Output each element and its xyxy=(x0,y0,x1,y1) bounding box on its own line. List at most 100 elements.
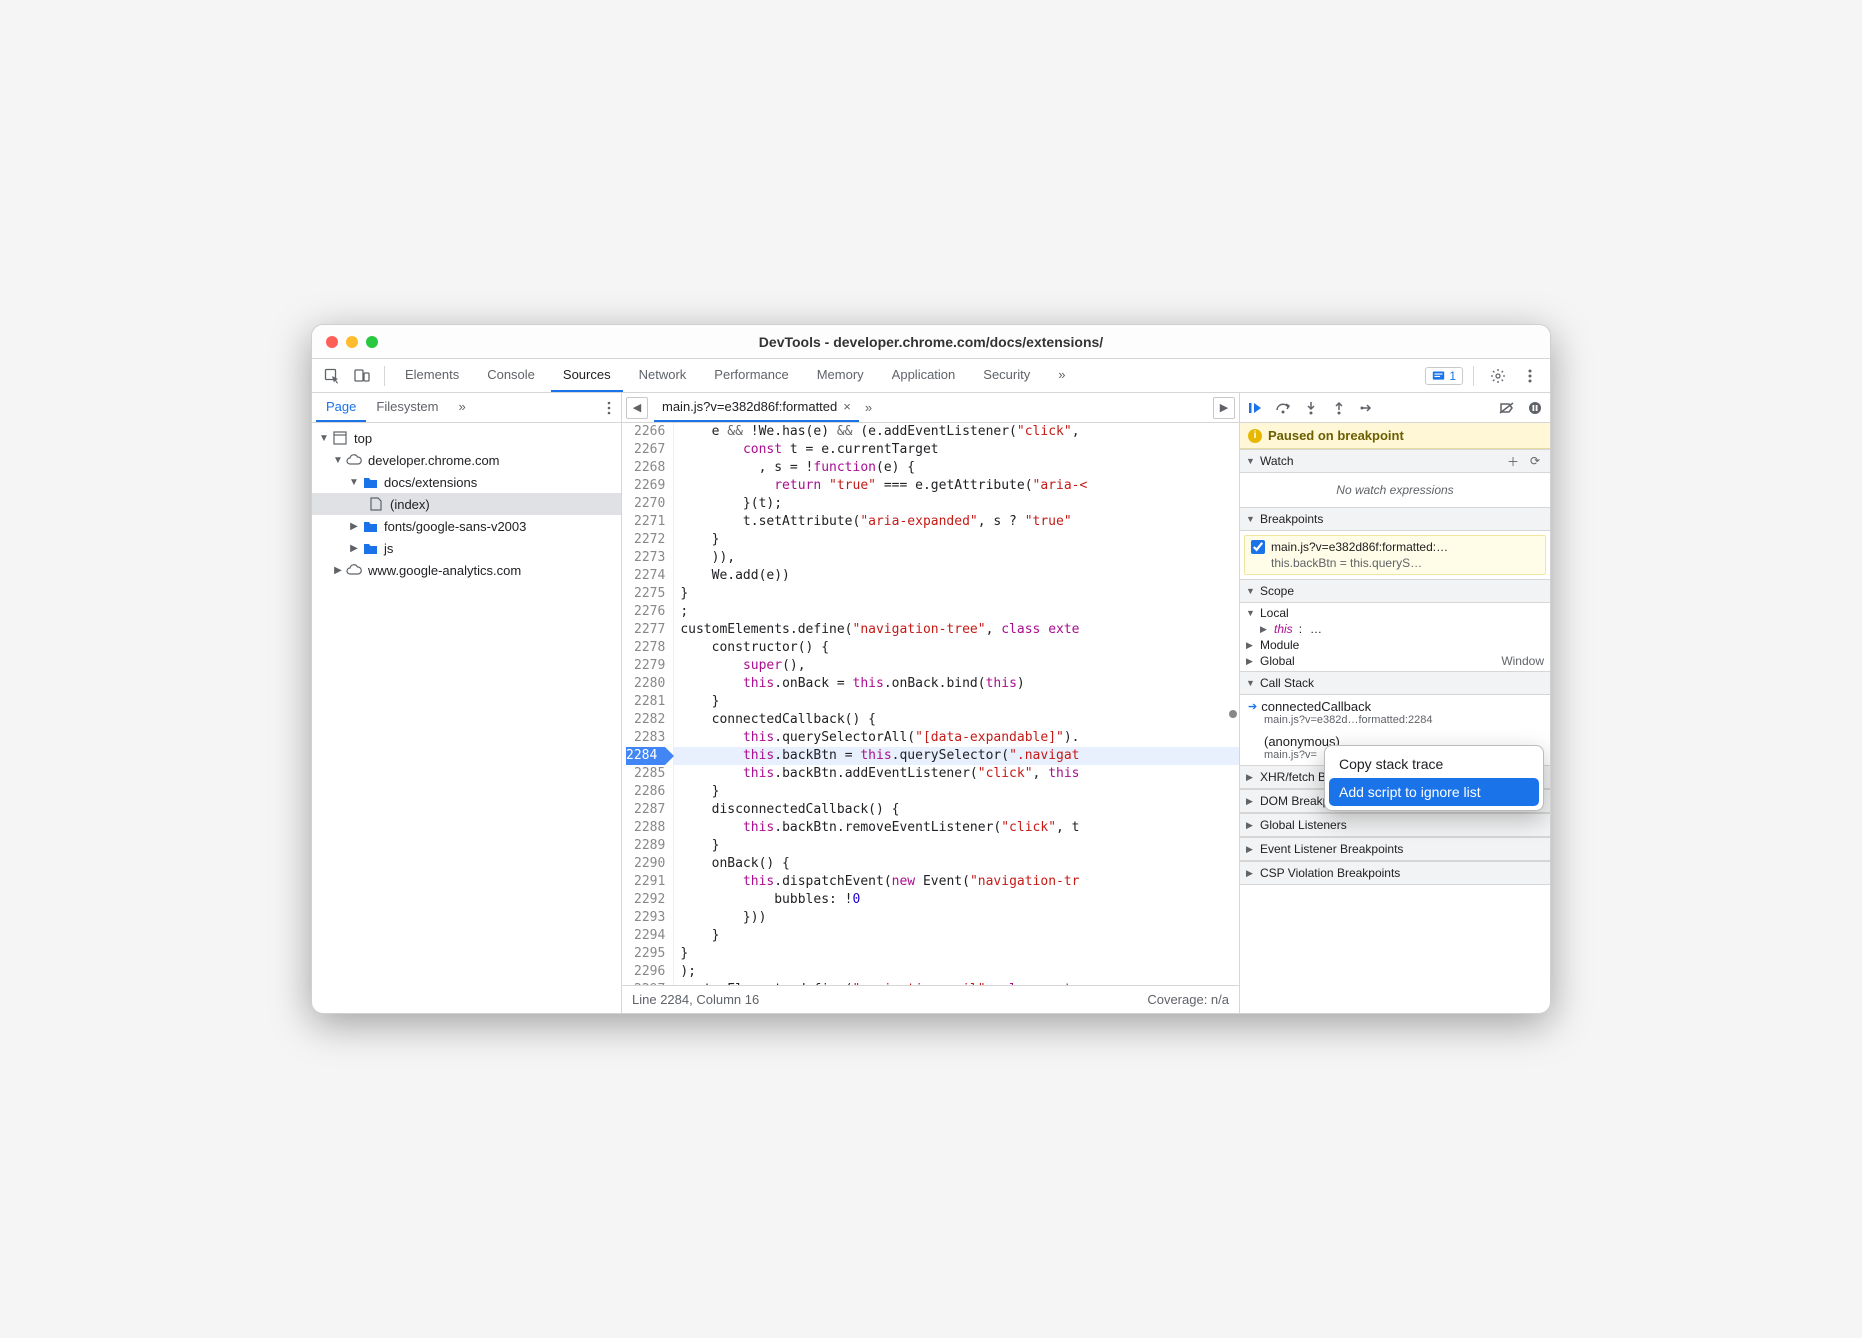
tab-memory[interactable]: Memory xyxy=(805,359,876,392)
step-over-icon[interactable] xyxy=(1274,399,1292,417)
tree-file-index[interactable]: (index) xyxy=(312,493,621,515)
traffic-lights xyxy=(326,336,378,348)
context-copy-stack[interactable]: Copy stack trace xyxy=(1329,750,1539,778)
tree-folder[interactable]: ▶ fonts/google-sans-v2003 xyxy=(312,515,621,537)
inspect-element-icon[interactable] xyxy=(318,362,346,390)
file-tab-main[interactable]: main.js?v=e382d86f:formatted × xyxy=(654,393,859,422)
editor-pane: ◀ main.js?v=e382d86f:formatted × » ▶ 226… xyxy=(622,393,1240,1013)
deactivate-breakpoints-icon[interactable] xyxy=(1498,399,1516,417)
tab-application[interactable]: Application xyxy=(880,359,968,392)
close-tab-icon[interactable]: × xyxy=(843,399,851,414)
navigator-tab-page[interactable]: Page xyxy=(316,393,366,422)
navigator-pane: Page Filesystem » ▼ top ▼ developer.chro… xyxy=(312,393,622,1013)
breakpoint-item[interactable]: main.js?v=e382d86f:formatted:… this.back… xyxy=(1244,535,1546,575)
main-tabs: Elements Console Sources Network Perform… xyxy=(393,359,1423,392)
titlebar: DevTools - developer.chrome.com/docs/ext… xyxy=(312,325,1550,359)
coverage-status: Coverage: n/a xyxy=(1147,992,1229,1007)
scope-this[interactable]: ▶this:… xyxy=(1240,621,1550,637)
tab-console[interactable]: Console xyxy=(475,359,547,392)
section-scope-header[interactable]: ▼ Scope xyxy=(1240,579,1550,603)
section-event-bp-header[interactable]: ▶ Event Listener Breakpoints xyxy=(1240,837,1550,861)
line-gutter[interactable]: 2266226722682269227022712272227322742275… xyxy=(622,423,674,985)
tree-label: developer.chrome.com xyxy=(368,453,500,468)
tree-folder[interactable]: ▼ docs/extensions xyxy=(312,471,621,493)
section-csp-bp-header[interactable]: ▶ CSP Violation Breakpoints xyxy=(1240,861,1550,885)
cloud-icon xyxy=(346,452,362,468)
navigator-more-icon[interactable] xyxy=(601,393,617,422)
breakpoint-file: main.js?v=e382d86f:formatted:… xyxy=(1271,540,1448,554)
code-editor[interactable]: 2266226722682269227022712272227322742275… xyxy=(622,423,1239,985)
section-title: Event Listener Breakpoints xyxy=(1260,842,1403,856)
scope-module[interactable]: ▶Module xyxy=(1240,637,1550,653)
pause-exceptions-icon[interactable] xyxy=(1526,399,1544,417)
tree-label: fonts/google-sans-v2003 xyxy=(384,519,526,534)
chevron-right-icon: ▶ xyxy=(1246,844,1256,855)
tree-label: top xyxy=(354,431,372,446)
step-icon[interactable] xyxy=(1358,399,1376,417)
breakpoint-checkbox[interactable] xyxy=(1251,540,1265,554)
section-breakpoints-header[interactable]: ▼ Breakpoints xyxy=(1240,507,1550,531)
nav-back-icon[interactable]: ◀ xyxy=(626,397,648,419)
navigator-tabs: Page Filesystem » xyxy=(312,393,621,423)
chevron-down-icon: ▼ xyxy=(1246,678,1256,688)
paused-text: Paused on breakpoint xyxy=(1268,428,1404,443)
file-tabs-overflow[interactable]: » xyxy=(865,400,872,415)
tree-origin[interactable]: ▶ www.google-analytics.com xyxy=(312,559,621,581)
tab-sources[interactable]: Sources xyxy=(551,359,623,392)
maximize-window-button[interactable] xyxy=(366,336,378,348)
step-into-icon[interactable] xyxy=(1302,399,1320,417)
issue-icon xyxy=(1432,369,1445,382)
tree-top[interactable]: ▼ top xyxy=(312,427,621,449)
paused-banner: i Paused on breakpoint xyxy=(1240,423,1550,449)
refresh-watch-icon[interactable]: ⟳ xyxy=(1526,454,1544,468)
close-window-button[interactable] xyxy=(326,336,338,348)
chevron-down-icon: ▼ xyxy=(332,455,344,466)
minimize-window-button[interactable] xyxy=(346,336,358,348)
context-ignore-script[interactable]: Add script to ignore list xyxy=(1329,778,1539,806)
tab-network[interactable]: Network xyxy=(627,359,699,392)
section-title: Watch xyxy=(1260,454,1294,468)
navigator-tabs-overflow[interactable]: » xyxy=(449,393,476,422)
code-content[interactable]: e && !We.has(e) && (e.addEventListener("… xyxy=(674,423,1239,985)
section-global-listeners-header[interactable]: ▶ Global Listeners xyxy=(1240,813,1550,837)
tab-elements[interactable]: Elements xyxy=(393,359,471,392)
issue-count: 1 xyxy=(1449,369,1456,383)
issues-badge[interactable]: 1 xyxy=(1425,367,1463,385)
tab-security[interactable]: Security xyxy=(971,359,1042,392)
add-watch-icon[interactable]: ＋ xyxy=(1504,453,1522,470)
scope-local[interactable]: ▼Local xyxy=(1240,605,1550,621)
folder-icon xyxy=(362,518,378,534)
callstack-frame[interactable]: ➔connectedCallback main.js?v=e382d…forma… xyxy=(1240,695,1550,730)
folder-icon xyxy=(362,540,378,556)
tree-label: (index) xyxy=(390,497,430,512)
debugger-pane: i Paused on breakpoint ▼ Watch ＋ ⟳ No wa… xyxy=(1240,393,1550,1013)
tree-label: www.google-analytics.com xyxy=(368,563,521,578)
resume-icon[interactable] xyxy=(1246,399,1264,417)
breakpoint-code: this.backBtn = this.queryS… xyxy=(1251,556,1539,570)
tabs-overflow[interactable]: » xyxy=(1046,359,1077,392)
chevron-right-icon: ▶ xyxy=(1246,796,1256,807)
section-title: Global Listeners xyxy=(1260,818,1347,832)
tree-folder[interactable]: ▶ js xyxy=(312,537,621,559)
scrollbar-marker xyxy=(1229,710,1237,718)
devtools-window: DevTools - developer.chrome.com/docs/ext… xyxy=(311,324,1551,1014)
watch-body: No watch expressions xyxy=(1240,473,1550,507)
navigator-tab-filesystem[interactable]: Filesystem xyxy=(366,393,448,422)
step-out-icon[interactable] xyxy=(1330,399,1348,417)
scope-global[interactable]: ▶GlobalWindow xyxy=(1240,653,1550,669)
settings-gear-icon[interactable] xyxy=(1484,362,1512,390)
file-icon xyxy=(368,496,384,512)
section-title: Breakpoints xyxy=(1260,512,1323,526)
chevron-right-icon: ▶ xyxy=(1246,820,1256,831)
tab-performance[interactable]: Performance xyxy=(702,359,800,392)
more-menu-icon[interactable] xyxy=(1516,362,1544,390)
section-callstack-header[interactable]: ▼ Call Stack xyxy=(1240,671,1550,695)
device-toolbar-icon[interactable] xyxy=(348,362,376,390)
nav-forward-icon[interactable]: ▶ xyxy=(1213,397,1235,419)
toolbar-right: 1 xyxy=(1425,362,1544,390)
separator xyxy=(1473,366,1474,386)
chevron-right-icon: ▶ xyxy=(1246,772,1256,783)
section-watch-header[interactable]: ▼ Watch ＋ ⟳ xyxy=(1240,449,1550,473)
breakpoints-body: main.js?v=e382d86f:formatted:… this.back… xyxy=(1240,531,1550,579)
tree-origin[interactable]: ▼ developer.chrome.com xyxy=(312,449,621,471)
